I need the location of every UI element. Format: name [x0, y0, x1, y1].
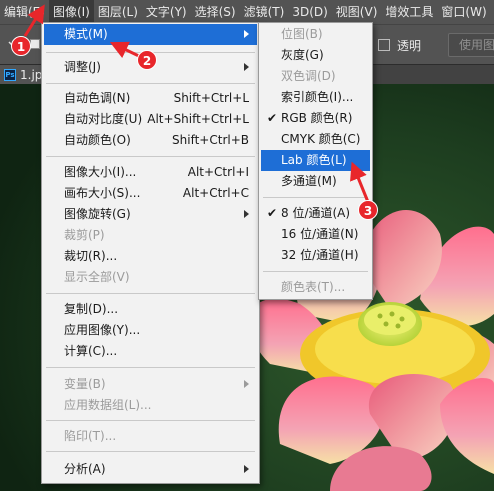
menu-item-auto-tone[interactable]: 自动色调(N) Shift+Ctrl+L [44, 88, 257, 109]
menu-image[interactable]: 图像(I) [48, 0, 94, 24]
submenu-arrow-icon [244, 210, 249, 218]
menu-item-image-size[interactable]: 图像大小(I)... Alt+Ctrl+I [44, 162, 257, 183]
mode-submenu: 位图(B) 灰度(G) 双色调(D) 索引颜色(I)... ✔ RGB 颜色(R… [258, 22, 373, 300]
menu-separator [46, 367, 255, 368]
menu-item-mode[interactable]: 模式(M) [44, 24, 257, 45]
menu-3d[interactable]: 3D(D) [288, 0, 331, 24]
menu-edit[interactable]: 编辑(E) [0, 0, 49, 24]
menu-separator [46, 156, 255, 157]
menu-separator [46, 293, 255, 294]
menu-item-variables[interactable]: 变量(B) [44, 374, 257, 395]
mode-item-8-bit[interactable]: ✔ 8 位/通道(A) [261, 203, 370, 224]
menu-item-analysis[interactable]: 分析(A) [44, 459, 257, 480]
photoshop-file-icon: Ps [4, 69, 16, 81]
mode-item-indexed-color[interactable]: 索引颜色(I)... [261, 87, 370, 108]
mode-item-32-bit[interactable]: 32 位/通道(H) [261, 245, 370, 266]
use-image-button[interactable]: 使用图 [448, 33, 494, 57]
document-tab-name: 1.jp [20, 68, 43, 82]
menu-view[interactable]: 视图(V) [332, 0, 382, 24]
transparent-checkbox[interactable] [378, 39, 390, 51]
mode-item-lab-color[interactable]: Lab 颜色(L) [261, 150, 370, 171]
submenu-arrow-icon [244, 63, 249, 71]
menu-item-canvas-size[interactable]: 画布大小(S)... Alt+Ctrl+C [44, 183, 257, 204]
submenu-arrow-icon [244, 465, 249, 473]
mode-item-rgb-color[interactable]: ✔ RGB 颜色(R) [261, 108, 370, 129]
menu-plugins[interactable]: 增效工具 [381, 0, 437, 24]
menu-filter[interactable]: 滤镜(T) [240, 0, 289, 24]
mode-item-16-bit[interactable]: 16 位/通道(N) [261, 224, 370, 245]
mode-item-color-table[interactable]: 颜色表(T)... [261, 277, 370, 298]
menu-item-reveal-all[interactable]: 显示全部(V) [44, 267, 257, 288]
menu-item-apply-data-set[interactable]: 应用数据组(L)... [44, 395, 257, 416]
color-swatch-icon[interactable] [30, 39, 40, 49]
submenu-arrow-icon [244, 30, 249, 38]
menu-item-duplicate[interactable]: 复制(D)... [44, 299, 257, 320]
mode-item-grayscale[interactable]: 灰度(G) [261, 45, 370, 66]
checkmark-icon: ✔ [267, 111, 278, 125]
menu-layer[interactable]: 图层(L) [94, 0, 142, 24]
menu-separator [46, 420, 255, 421]
menu-separator [263, 197, 368, 198]
mode-item-multichannel[interactable]: 多通道(M) [261, 171, 370, 192]
menu-separator [46, 451, 255, 452]
menu-window[interactable]: 窗口(W) [437, 0, 490, 24]
menu-type[interactable]: 文字(Y) [142, 0, 191, 24]
mode-item-cmyk-color[interactable]: CMYK 颜色(C) [261, 129, 370, 150]
menu-bar: 编辑(E) 图像(I) 图层(L) 文字(Y) 选择(S) 滤镜(T) 3D(D… [0, 0, 494, 24]
submenu-arrow-icon [244, 380, 249, 388]
mode-item-bitmap[interactable]: 位图(B) [261, 24, 370, 45]
mode-item-duotone[interactable]: 双色调(D) [261, 66, 370, 87]
menu-item-trim[interactable]: 裁切(R)... [44, 246, 257, 267]
transparent-checkbox-label: 透明 [397, 39, 422, 53]
annotation-badge-2: 2 [137, 50, 157, 70]
menu-item-image-rotation[interactable]: 图像旋转(G) [44, 204, 257, 225]
menu-item-crop[interactable]: 裁剪(P) [44, 225, 257, 246]
image-menu: 模式(M) 调整(J) 自动色调(N) Shift+Ctrl+L 自动对比度(U… [41, 22, 260, 484]
menu-item-auto-color[interactable]: 自动颜色(O) Shift+Ctrl+B [44, 130, 257, 151]
menu-separator [263, 271, 368, 272]
annotation-badge-1: 1 [11, 36, 31, 56]
annotation-badge-3: 3 [358, 200, 378, 220]
menu-item-apply-image[interactable]: 应用图像(Y)... [44, 320, 257, 341]
menu-item-calculations[interactable]: 计算(C)... [44, 341, 257, 362]
menu-item-trap[interactable]: 陷印(T)... [44, 426, 257, 447]
checkmark-icon: ✔ [267, 206, 278, 220]
menu-item-auto-contrast[interactable]: 自动对比度(U) Alt+Shift+Ctrl+L [44, 109, 257, 130]
menu-select[interactable]: 选择(S) [191, 0, 240, 24]
menu-separator [46, 83, 255, 84]
document-tab[interactable]: Ps 1.jp [0, 65, 45, 85]
